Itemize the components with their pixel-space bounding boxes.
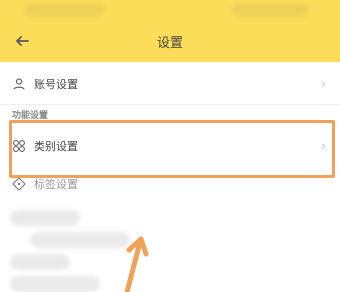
user-icon [12, 77, 26, 91]
blurred-item [30, 232, 130, 248]
status-bar [0, 0, 340, 24]
blurred-item [10, 276, 100, 292]
blurred-item [10, 210, 80, 226]
page-title: 设置 [156, 36, 183, 51]
blurred-item [10, 254, 70, 270]
account-settings-row[interactable]: 账号设置 › [0, 64, 340, 104]
highlight-box [9, 120, 335, 178]
divider [0, 104, 340, 105]
account-settings-label: 账号设置 [34, 78, 78, 91]
status-bar-left-blur [26, 4, 104, 16]
status-bar-right-blur [232, 4, 308, 16]
chevron-right-icon: › [321, 77, 326, 91]
tag-icon [12, 177, 26, 191]
pointer-arrow-icon [116, 236, 156, 292]
tag-settings-label: 标签设置 [34, 178, 78, 191]
header: 设置 [0, 0, 340, 62]
